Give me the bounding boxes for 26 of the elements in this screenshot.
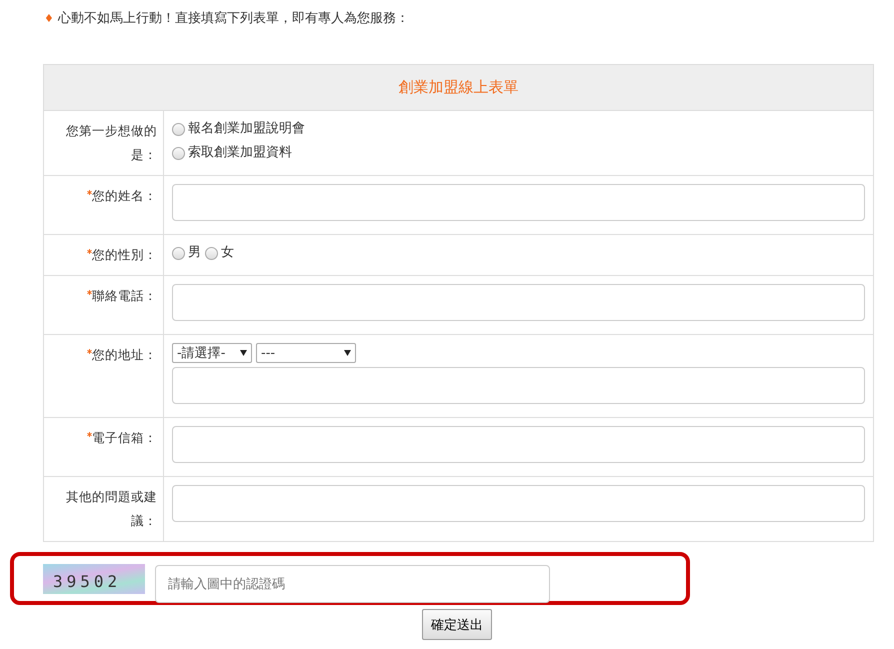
- intro-text: 心動不如馬上行動！直接填寫下列表單，即有專人為您服務：: [58, 10, 409, 27]
- caret-icon: [344, 350, 351, 356]
- caret-icon: [240, 350, 247, 356]
- text-field[interactable]: [172, 426, 865, 463]
- dropdown[interactable]: ---: [256, 343, 356, 363]
- field-label: 電子信箱：: [44, 418, 164, 476]
- radio-option[interactable]: 索取創業加盟資料: [172, 141, 865, 165]
- diamond-bullet: ♦: [44, 12, 54, 24]
- field-label: 您的性別：: [44, 234, 164, 276]
- text-field[interactable]: [172, 184, 865, 221]
- captcha-field[interactable]: 請輸入圖中的認證碼: [155, 564, 550, 602]
- field-label: 您的姓名：: [44, 176, 164, 234]
- radio-option[interactable]: 男: [172, 241, 201, 265]
- field-label: 您第一步想做的是：: [44, 110, 164, 176]
- field-label: 聯絡電話：: [44, 276, 164, 334]
- text-field[interactable]: [172, 485, 865, 522]
- form-title: 創業加盟線上表單: [44, 64, 874, 110]
- text-field[interactable]: [172, 284, 865, 321]
- field-label: 您的地址：: [44, 334, 164, 418]
- field-label: 其他的問題或建議：: [44, 476, 164, 542]
- radio-option[interactable]: 女: [205, 241, 234, 265]
- radio-option[interactable]: 報名創業加盟說明會: [172, 117, 865, 141]
- dropdown[interactable]: -請選擇-: [172, 343, 252, 363]
- submit-button[interactable]: 確定送出: [422, 609, 492, 640]
- captcha-image: 39502: [43, 564, 145, 594]
- address-field[interactable]: [172, 367, 865, 404]
